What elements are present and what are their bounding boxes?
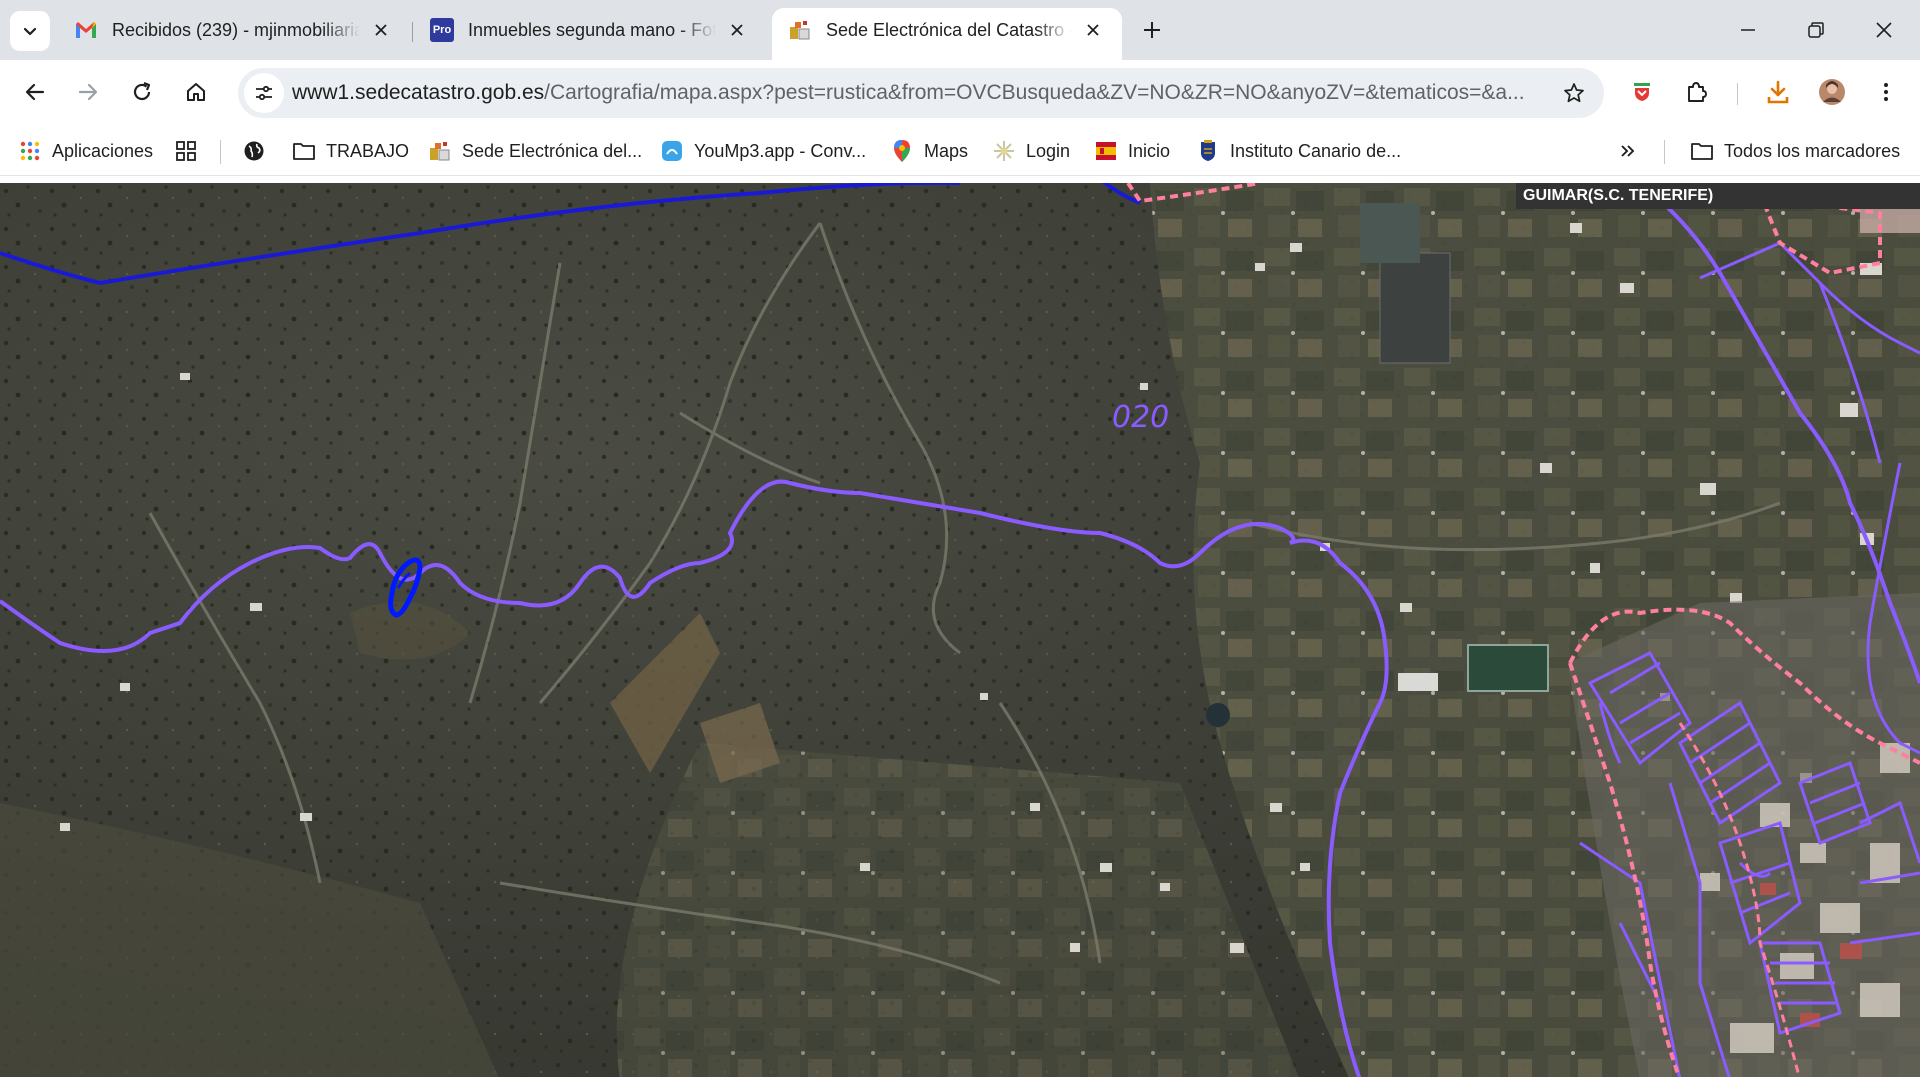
shield-icon [1634,83,1650,101]
arrow-right-icon [78,83,98,101]
bookmark-yoump3[interactable]: YouMp3.app - Conv... [660,135,866,167]
catastro-icon [788,18,812,42]
greenhouse-field [1379,252,1451,364]
maps-pin-icon [890,139,914,163]
catastro-icon [428,139,452,163]
polygon-number-label: 020 [1112,400,1169,435]
tab-title: Inmuebles segunda mano - Fot [468,19,716,40]
bookmark-label: Todos los marcadores [1724,140,1901,161]
extension-shield-button[interactable] [1620,70,1664,114]
bookmark-grid[interactable] [174,135,208,167]
bookmarks-overflow-button[interactable] [1616,135,1650,167]
tab-inmuebles[interactable]: Pro Inmuebles segunda mano - Fot [414,8,766,52]
grid-icon [174,139,198,163]
bookmark-label: Inicio [1128,140,1171,161]
map-canvas[interactable]: 020 [0,183,1920,1080]
tab-gmail[interactable]: Recibidos (239) - mjinmobiliaria [58,8,410,52]
login-icon [992,139,1016,163]
water-reservoir [1467,644,1549,692]
bookmark-sede-electronica[interactable]: Sede Electrónica del... [428,135,642,167]
home-icon [187,83,205,101]
bookmark-label: TRABAJO [326,140,410,161]
gmail-icon [74,18,98,42]
tab-title: Recibidos (239) - mjinmobiliaria [112,19,360,40]
downloads-button[interactable] [1756,70,1800,114]
restore-button[interactable] [1786,8,1846,52]
pro-icon: Pro [430,18,454,42]
toolbar: www1.sedecatastro.gob.es/Cartografia/map… [0,60,1920,126]
puzzle-icon [1688,82,1707,102]
tab-strip: Recibidos (239) - mjinmobiliaria Pro Inm… [0,0,1920,60]
bookmark-label: YouMp3.app - Conv... [694,140,867,161]
close-icon [1876,22,1892,38]
bookmark-trabajo[interactable]: TRABAJO [292,135,409,167]
bookmark-label: Instituto Canario de... [1230,140,1402,161]
all-bookmarks-button[interactable]: Todos los marcadores [1690,135,1900,167]
tab-separator [412,22,413,42]
download-icon [1767,80,1789,104]
reload-icon [133,81,151,101]
water-tank [1206,703,1230,727]
back-button[interactable] [13,70,57,114]
reload-button[interactable] [120,70,164,114]
bookmark-divider [1664,140,1665,164]
greenhouse [1398,673,1438,691]
bookmark-login[interactable]: Login [992,135,1070,167]
menu-button[interactable] [1864,70,1908,114]
plus-icon [1144,22,1160,38]
instituto-icon [1196,139,1220,163]
close-icon[interactable] [1080,17,1106,43]
minimize-icon [1741,29,1755,31]
bookmark-label: Login [1026,140,1071,161]
cadastral-map[interactable]: 020 GUIMAR(S.C. TENERIFE) [0,183,1920,1080]
url-text[interactable]: www1.sedecatastro.gob.es/Cartografia/map… [292,68,1530,118]
tune-icon [256,85,272,101]
bookmark-divider [220,140,221,164]
folder-icon [1690,139,1714,163]
bookmark-label: Sede Electrónica del... [462,140,643,161]
more-vertical-icon [1884,83,1888,101]
folder-icon [292,139,316,163]
bookmark-star-button[interactable] [1554,73,1594,113]
bookmark-apps[interactable]: Aplicaciones [18,135,153,167]
extensions-button[interactable] [1674,70,1718,114]
chevron-down-icon [23,27,37,36]
double-chevron-right-icon [1616,139,1640,163]
bookmark-label: Maps [924,140,969,161]
tab-title: Sede Electrónica del Catastro - [826,19,1072,40]
bookmark-instituto-canario[interactable]: Instituto Canario de... [1196,135,1401,167]
url-host: www1.sedecatastro.gob.es [292,81,545,104]
bookmark-globe[interactable] [242,135,276,167]
globe-icon [242,139,266,163]
star-icon [1564,83,1584,103]
profile-button[interactable] [1810,70,1854,114]
close-window-button[interactable] [1854,8,1914,52]
avatar [1819,79,1845,105]
bookmark-label: Aplicaciones [52,140,154,161]
inicio-icon [1094,139,1118,163]
greenhouse-field [1360,203,1420,263]
bookmarks-bar: Aplicaciones TRABAJO Sede Electrónica de… [0,126,1920,176]
toolbar-divider [1737,83,1738,105]
bookmark-inicio[interactable]: Inicio [1094,135,1170,167]
municipality-label: GUIMAR(S.C. TENERIFE) [1516,183,1920,209]
url-path: /Cartografia/mapa.aspx?pest=rustica&from… [544,81,1525,104]
close-icon[interactable] [368,17,394,43]
yoump3-icon [660,139,684,163]
new-tab-button[interactable] [1134,12,1170,48]
address-bar[interactable]: www1.sedecatastro.gob.es/Cartografia/map… [238,68,1604,118]
arrow-left-icon [25,83,45,101]
tab-search-button[interactable] [10,11,50,51]
home-button[interactable] [174,70,218,114]
apps-grid-icon [18,139,42,163]
bookmark-maps[interactable]: Maps [890,135,968,167]
forward-button[interactable] [66,70,110,114]
site-info-button[interactable] [244,73,284,113]
tab-catastro[interactable]: Sede Electrónica del Catastro - [772,8,1122,60]
restore-icon [1808,22,1824,38]
close-icon[interactable] [724,17,750,43]
minimize-button[interactable] [1718,8,1778,52]
